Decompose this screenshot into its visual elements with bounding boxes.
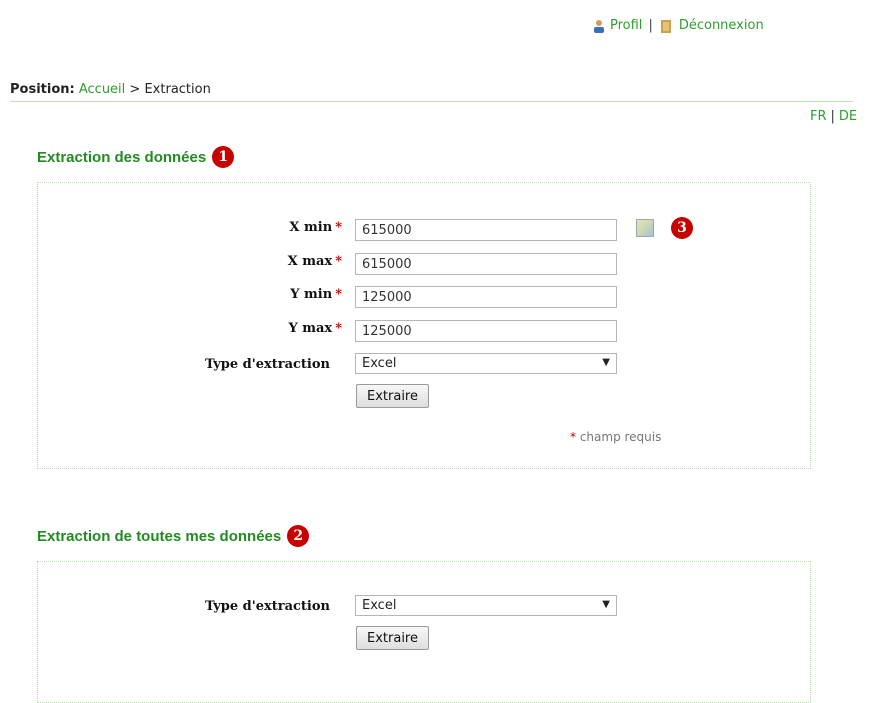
xmin-label: X min * <box>289 220 342 235</box>
ymin-row: Y min * <box>250 287 342 302</box>
top-links: Profil | Déconnexion <box>592 18 764 33</box>
required-star: * <box>335 220 342 235</box>
type-row-1: Type d'extraction <box>150 357 330 372</box>
section-all-data-title-text: Extraction de toutes mes données <box>37 527 282 545</box>
dropdown-arrow-icon: ▼ <box>602 599 610 610</box>
xmax-input[interactable] <box>355 253 617 275</box>
type-extraction-label-2: Type d'extraction <box>204 599 330 614</box>
required-star: * <box>335 287 342 302</box>
breadcrumb-divider <box>10 101 853 102</box>
xmax-label: X max * <box>287 254 342 269</box>
ymax-label: Y max * <box>288 321 342 336</box>
breadcrumb: Position: Accueil > Extraction <box>10 82 211 97</box>
user-profile-icon <box>594 19 604 33</box>
language-switcher: FR | DE <box>810 109 857 124</box>
type-extraction-label-1: Type d'extraction <box>204 357 330 372</box>
type-row-2: Type d'extraction <box>150 599 330 614</box>
required-field-note-text: champ requis <box>579 430 662 444</box>
section-extraction-title-text: Extraction des données <box>37 148 207 166</box>
ymin-input[interactable] <box>355 286 617 308</box>
logout-door-icon <box>660 19 671 33</box>
breadcrumb-current: Extraction <box>144 82 211 97</box>
section-all-data-title: Extraction de toutes mes données 2 <box>37 525 310 547</box>
badge-2: 2 <box>287 525 310 547</box>
lang-fr-link[interactable]: FR <box>810 109 827 124</box>
required-star: * <box>335 254 342 269</box>
required-star: * <box>570 430 576 444</box>
deconnexion-link[interactable]: Déconnexion <box>679 18 764 33</box>
lang-separator: | <box>830 109 835 124</box>
xmin-row: X min * <box>250 220 342 235</box>
extraire-button-2[interactable]: Extraire <box>356 626 429 650</box>
ymin-label: Y min * <box>290 287 342 302</box>
breadcrumb-label: Position: <box>10 82 75 97</box>
type-extraction-select-2[interactable]: Excel ▼ <box>355 595 617 616</box>
ymax-row: Y max * <box>250 321 342 336</box>
section-extraction-title: Extraction des données 1 <box>37 146 235 168</box>
xmin-input[interactable] <box>355 219 617 241</box>
breadcrumb-home-link[interactable]: Accueil <box>79 82 125 97</box>
badge-3: 3 <box>671 217 693 239</box>
dropdown-arrow-icon: ▼ <box>602 357 610 368</box>
lang-de-link[interactable]: DE <box>839 109 857 124</box>
type-extraction-select-1[interactable]: Excel ▼ <box>355 353 617 374</box>
profil-link[interactable]: Profil <box>610 18 642 33</box>
map-picker-icon[interactable] <box>636 219 654 237</box>
xmax-row: X max * <box>250 254 342 269</box>
type-extraction-value-2: Excel <box>362 598 397 613</box>
extraire-button-1[interactable]: Extraire <box>356 384 429 408</box>
required-field-note: * champ requis <box>570 430 661 444</box>
badge-1: 1 <box>212 146 235 168</box>
required-star: * <box>335 321 342 336</box>
breadcrumb-separator: > <box>129 82 141 97</box>
topbar-separator: | <box>648 18 653 33</box>
type-extraction-value-1: Excel <box>362 356 397 371</box>
ymax-input[interactable] <box>355 320 617 342</box>
